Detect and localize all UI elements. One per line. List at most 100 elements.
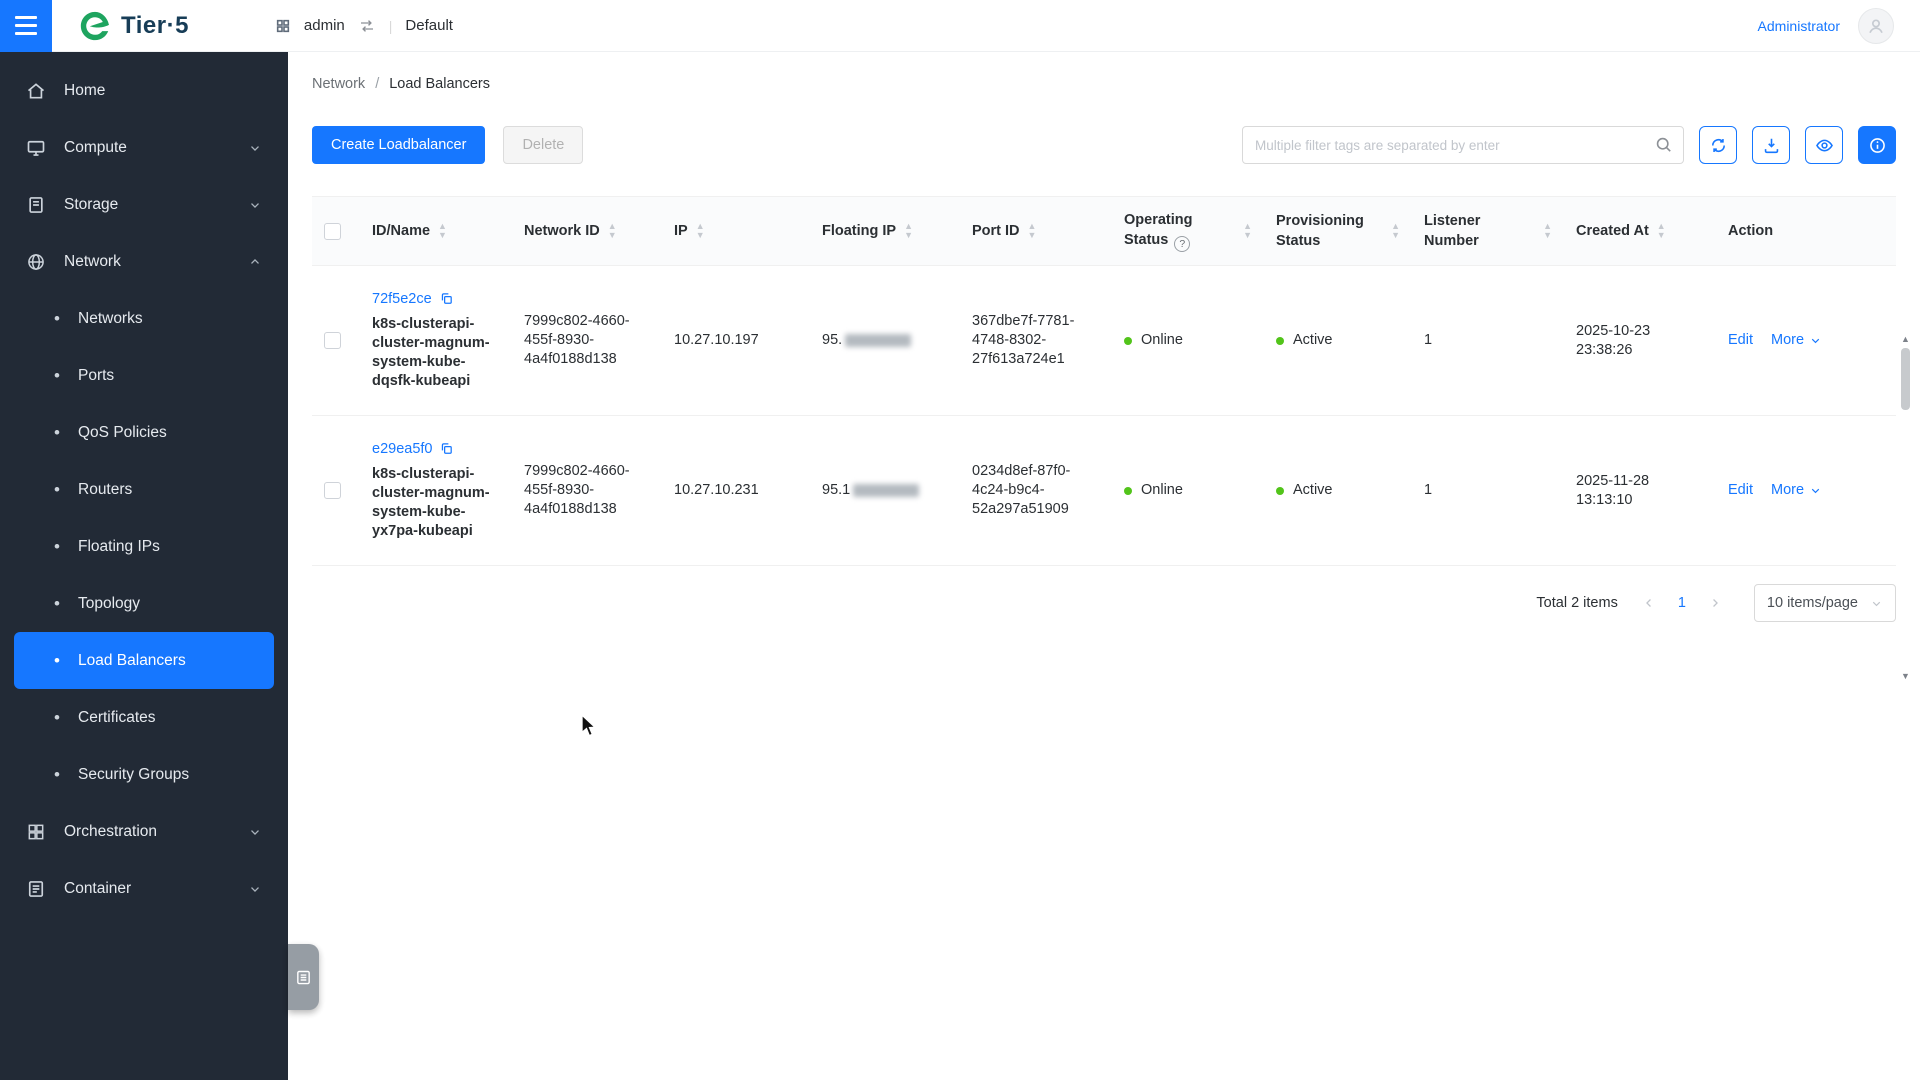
columns-visibility-button[interactable]	[1805, 126, 1843, 164]
drawer-handle[interactable]	[288, 944, 319, 1010]
sidebar-item-networks[interactable]: • Networks	[14, 290, 274, 347]
sidebar-item-orchestration[interactable]: Orchestration	[14, 803, 274, 860]
sidebar-item-container[interactable]: Container	[14, 860, 274, 917]
switch-project-icon[interactable]	[358, 17, 376, 35]
caret-down-icon[interactable]: ▼	[904, 231, 913, 240]
table-scrollbar[interactable]: ▲ ▼	[1898, 334, 1913, 682]
sidebar-item-label: Orchestration	[64, 822, 158, 840]
filter-input[interactable]	[1242, 126, 1684, 164]
project-name[interactable]: admin	[304, 17, 345, 34]
download-icon	[1762, 136, 1781, 155]
download-button[interactable]	[1752, 126, 1790, 164]
previous-page-button[interactable]	[1638, 596, 1660, 610]
scrollbar-thumb[interactable]	[1901, 348, 1910, 410]
sidebar-item-network[interactable]: Network	[14, 233, 274, 290]
sort-ip-control[interactable]: ▲ ▼	[696, 222, 705, 240]
project-switcher: admin | Default	[275, 17, 453, 35]
total-items-text: Total 2 items	[1536, 595, 1618, 611]
page-size-select[interactable]: 10 items/page	[1753, 584, 1896, 622]
info-button[interactable]	[1858, 126, 1896, 164]
sort-provisioning-status-control[interactable]: ▲ ▼	[1391, 222, 1400, 240]
status-dot-green	[1276, 486, 1284, 495]
sidebar-item-home[interactable]: Home	[14, 62, 274, 119]
load-balancers-table: ID/Name ▲ ▼ Network ID ▲ ▼ IP ▲ ▼ Floati…	[312, 196, 1896, 566]
network-id-cell: 7999c802-4660-455f-8930-4a4f0188d138	[512, 265, 662, 416]
copy-icon[interactable]	[439, 441, 454, 456]
copy-icon[interactable]	[439, 291, 454, 306]
scroll-up-button[interactable]: ▲	[1901, 334, 1910, 345]
sort-port-id-control[interactable]: ▲ ▼	[1028, 222, 1037, 240]
topbar-divider: |	[388, 17, 393, 34]
column-header-port-id: Port ID ▲ ▼	[960, 196, 1112, 266]
breadcrumb: Network / Load Balancers	[312, 76, 1896, 92]
bullet-icon: •	[54, 594, 60, 613]
more-dropdown[interactable]: More	[1771, 331, 1822, 350]
operating-status-badge: Online	[1124, 331, 1252, 350]
breadcrumb-network[interactable]: Network	[312, 76, 365, 92]
scroll-down-button[interactable]: ▼	[1901, 671, 1910, 682]
edit-link[interactable]: Edit	[1728, 332, 1753, 348]
sidebar-item-ports[interactable]: • Ports	[14, 347, 274, 404]
edit-link[interactable]: Edit	[1728, 482, 1753, 498]
sort-created-at-control[interactable]: ▲ ▼	[1657, 222, 1666, 240]
scrollbar-track[interactable]	[1900, 345, 1911, 671]
sidebar-item-label: Certificates	[78, 708, 156, 726]
sidebar-item-label: Container	[64, 879, 132, 897]
caret-down-icon[interactable]: ▼	[1543, 231, 1552, 240]
caret-down-icon[interactable]: ▼	[438, 231, 447, 240]
sidebar-item-routers[interactable]: • Routers	[14, 461, 274, 518]
sidebar-item-storage[interactable]: Storage	[14, 176, 274, 233]
loadbalancer-name: k8s-clusterapi-cluster-magnum-system-kub…	[372, 466, 490, 539]
caret-down-icon[interactable]: ▼	[696, 231, 705, 240]
create-loadbalancer-button[interactable]: Create Loadbalancer	[312, 126, 486, 164]
sort-listener-number-control[interactable]: ▲ ▼	[1543, 222, 1552, 240]
column-header-ip: IP ▲ ▼	[662, 196, 810, 266]
column-header-id-name: ID/Name ▲ ▼	[360, 196, 512, 266]
sort-network-id-control[interactable]: ▲ ▼	[608, 222, 617, 240]
sort-id-name-control[interactable]: ▲ ▼	[438, 222, 447, 240]
column-header-operating-status: Operating Status? ▲ ▼	[1112, 196, 1264, 266]
sidebar-item-compute[interactable]: Compute	[14, 119, 274, 176]
listener-number-cell: 1	[1412, 415, 1564, 566]
status-dot-green	[1124, 486, 1132, 495]
caret-down-icon[interactable]: ▼	[608, 231, 617, 240]
row-checkbox[interactable]	[324, 481, 341, 499]
column-header-action: Action	[1716, 196, 1896, 266]
loadbalancer-id-link[interactable]: 72f5e2ce	[372, 291, 432, 307]
sidebar-item-certificates[interactable]: • Certificates	[14, 689, 274, 746]
more-dropdown[interactable]: More	[1771, 481, 1822, 500]
refresh-icon	[1709, 136, 1728, 155]
port-id-cell: 0234d8ef-87f0-4c24-b9c4-52a297a51909	[960, 415, 1112, 566]
sidebar-item-label: Security Groups	[78, 765, 190, 783]
chevron-down-icon	[1870, 597, 1883, 610]
next-page-button[interactable]	[1704, 596, 1726, 610]
loadbalancer-id-link[interactable]: e29ea5f0	[372, 441, 432, 457]
refresh-button[interactable]	[1699, 126, 1737, 164]
user-avatar[interactable]	[1858, 7, 1894, 44]
caret-down-icon[interactable]: ▼	[1391, 231, 1400, 240]
caret-down-icon[interactable]: ▼	[1243, 231, 1252, 240]
administrator-link[interactable]: Administrator	[1758, 18, 1840, 34]
sidebar-item-load-balancers[interactable]: • Load Balancers	[14, 632, 274, 689]
select-all-checkbox[interactable]	[324, 222, 341, 240]
chevron-down-icon	[248, 141, 262, 155]
bullet-icon: •	[54, 708, 60, 727]
menu-toggle-button[interactable]	[0, 0, 52, 52]
delete-button[interactable]: Delete	[503, 126, 584, 164]
sidebar-item-security-groups[interactable]: • Security Groups	[14, 746, 274, 803]
help-icon[interactable]: ?	[1174, 236, 1191, 252]
sidebar: Home Compute Storage Network • Networks	[0, 52, 288, 1080]
row-checkbox[interactable]	[324, 331, 341, 349]
caret-down-icon[interactable]: ▼	[1657, 231, 1666, 240]
sort-operating-status-control[interactable]: ▲ ▼	[1243, 222, 1252, 240]
bullet-icon: •	[54, 537, 60, 556]
sidebar-item-label: Home	[64, 81, 106, 99]
caret-down-icon[interactable]: ▼	[1028, 231, 1037, 240]
page-number-button[interactable]: 1	[1672, 595, 1692, 611]
sidebar-item-floating-ips[interactable]: • Floating IPs	[14, 518, 274, 575]
table-row: e29ea5f0 k8s-clusterapi-cluster-magnum-s…	[312, 415, 1896, 566]
search-icon[interactable]	[1654, 135, 1673, 154]
sort-floating-ip-control[interactable]: ▲ ▼	[904, 222, 913, 240]
sidebar-item-qos-policies[interactable]: • QoS Policies	[14, 404, 274, 461]
sidebar-item-topology[interactable]: • Topology	[14, 575, 274, 632]
